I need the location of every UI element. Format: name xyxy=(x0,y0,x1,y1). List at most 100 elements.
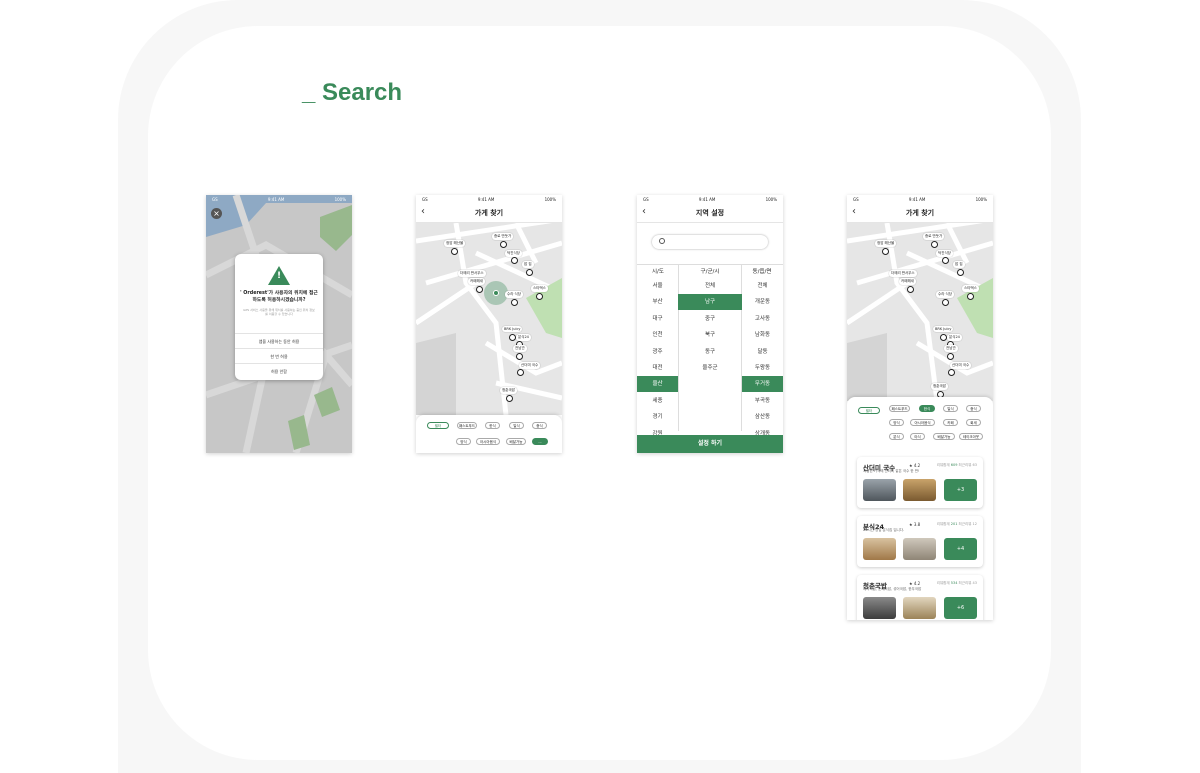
more-categories-button[interactable]: ... xyxy=(532,438,548,445)
sido-option[interactable]: 대전 xyxy=(637,360,678,376)
place-label: 더에리 판서우스 xyxy=(889,270,917,277)
category-chip[interactable]: 아시아음식 xyxy=(476,438,500,445)
category-chip[interactable]: 일식 xyxy=(943,405,958,412)
store-photo[interactable] xyxy=(903,538,936,560)
category-chip[interactable]: 양식 xyxy=(889,419,904,426)
category-chip[interactable]: 한식 xyxy=(919,405,935,412)
more-photos-button[interactable]: +3 xyxy=(944,479,977,501)
map-pin-icon[interactable] xyxy=(942,299,949,306)
store-card[interactable]: 산더미 국수 ★ 4.2 리뷰합계 609 최근리뷰 63 저렴한 가격에 산더… xyxy=(857,457,983,508)
category-chip[interactable]: 패스트푸드 xyxy=(889,405,910,412)
category-chip[interactable]: 배달가능 xyxy=(506,438,526,445)
sido-option[interactable]: 인천 xyxy=(637,327,678,343)
allow-once-button[interactable]: 한 번 허용 xyxy=(235,348,323,363)
store-photo[interactable] xyxy=(863,479,896,501)
gugun-option[interactable]: 울주군 xyxy=(678,360,742,376)
clock-label: 9:41 AM xyxy=(267,197,285,202)
deny-button[interactable]: 허용 안함 xyxy=(235,363,323,378)
gugun-option[interactable]: 중구 xyxy=(678,311,742,327)
sido-option[interactable]: 경기 xyxy=(637,409,678,425)
store-photo[interactable] xyxy=(903,479,936,501)
more-photos-button[interactable]: +6 xyxy=(944,597,977,619)
column-header-sido: 시/도 xyxy=(652,269,664,275)
map-pin-icon[interactable] xyxy=(967,293,974,300)
category-chip[interactable]: 배달가능 xyxy=(933,433,955,440)
sido-option[interactable]: 대구 xyxy=(637,311,678,327)
place-label: 덕진식당 xyxy=(936,250,953,257)
category-sheet: 필터 패스트푸드 한식 일식 중식 양식 아시아음식 배달가능 ... xyxy=(416,415,562,453)
map-pin-icon[interactable] xyxy=(957,269,964,276)
map-pin-icon[interactable] xyxy=(947,353,954,360)
category-chip[interactable]: 아시아음식 xyxy=(910,419,935,426)
map-pin-icon[interactable] xyxy=(948,369,955,376)
page-title: 가게 찾기 xyxy=(474,209,504,217)
map-pin-icon[interactable] xyxy=(476,286,483,293)
category-chip[interactable]: 테이크아웃 xyxy=(959,433,983,440)
filter-button[interactable]: 필터 xyxy=(858,407,880,414)
category-chip[interactable]: 카페 xyxy=(943,419,958,426)
dong-option[interactable]: 부곡동 xyxy=(742,393,783,409)
store-card[interactable]: 청춘국밥 ★ 4.2 리뷰합계 534 최근리뷰 43 돼지국밥, 순대국밥, … xyxy=(857,575,983,620)
category-chip[interactable]: 분식 xyxy=(889,433,904,440)
sido-option[interactable]: 부산 xyxy=(637,294,678,310)
sido-option[interactable]: 광주 xyxy=(637,344,678,360)
dong-option[interactable]: 개운동 xyxy=(742,294,783,310)
map-pin-icon[interactable] xyxy=(931,241,938,248)
category-chip[interactable]: 패스트푸드 xyxy=(457,422,477,429)
map-pin-icon[interactable] xyxy=(536,293,543,300)
gugun-option[interactable]: 동구 xyxy=(678,344,742,360)
more-photos-button[interactable]: +4 xyxy=(944,538,977,560)
category-chip[interactable]: 회세 xyxy=(966,419,981,426)
place-label: 분식24 xyxy=(516,334,531,341)
confirm-region-button[interactable]: 설정 하기 xyxy=(637,435,783,453)
gugun-option[interactable]: 남구 xyxy=(678,294,742,311)
map-pin-icon[interactable] xyxy=(451,248,458,255)
map-pin-icon[interactable] xyxy=(511,299,518,306)
map-pin-icon[interactable] xyxy=(509,334,516,341)
dong-option[interactable]: 남화동 xyxy=(742,327,783,343)
sido-option[interactable]: 서울 xyxy=(637,278,678,294)
filter-button[interactable]: 필터 xyxy=(427,422,449,429)
category-chip[interactable]: 중식 xyxy=(966,405,981,412)
dong-option[interactable]: 전체 xyxy=(742,278,783,294)
store-review-stats: 리뷰합계 201 최근리뷰 12 xyxy=(936,522,977,526)
map-pin-icon[interactable] xyxy=(942,257,949,264)
dong-option[interactable]: 두왕동 xyxy=(742,360,783,376)
store-photo[interactable] xyxy=(863,597,896,619)
category-chip[interactable]: 양식 xyxy=(456,438,471,445)
store-photo[interactable] xyxy=(863,538,896,560)
gugun-option[interactable]: 전체 xyxy=(678,278,742,294)
map-pin-icon[interactable] xyxy=(517,369,524,376)
map-pin-icon[interactable] xyxy=(882,248,889,255)
gugun-option[interactable]: 북구 xyxy=(678,327,742,343)
sido-option[interactable]: 울산 xyxy=(637,376,678,393)
store-photo[interactable] xyxy=(903,597,936,619)
map-pin-icon[interactable] xyxy=(907,286,914,293)
map-pin-icon[interactable] xyxy=(511,257,518,264)
store-rating: ★ 4.2 xyxy=(909,581,921,586)
store-map[interactable]: 정암 해산물 종로 만둣가 덕진식당 밥 집 더에리 판서우스 카페해새 스타벅… xyxy=(847,223,993,401)
place-label: 카페해새 xyxy=(468,278,485,285)
dong-option[interactable]: 달동 xyxy=(742,344,783,360)
store-rating: ★ 3.8 xyxy=(909,522,921,527)
permission-dialog: ! ' Orderest'가 사용자의 위치에 접근하도록 허용하시겠습니까? … xyxy=(235,254,323,380)
dong-option[interactable]: 삼산동 xyxy=(742,409,783,425)
dong-option[interactable]: 무거동 xyxy=(742,376,783,393)
sido-option[interactable]: 세종 xyxy=(637,393,678,409)
map-pin-icon[interactable] xyxy=(500,241,507,248)
map-pin-icon[interactable] xyxy=(506,395,513,402)
dong-option[interactable]: 고사동 xyxy=(742,311,783,327)
close-icon[interactable]: × xyxy=(211,208,222,219)
store-card[interactable]: 분식24 ★ 3.8 리뷰합계 201 최근리뷰 12 24시간 영업 분식집 … xyxy=(857,516,983,567)
category-chip[interactable]: 중식 xyxy=(532,422,547,429)
map-pin-icon[interactable] xyxy=(940,334,947,341)
map-pin-icon[interactable] xyxy=(526,269,533,276)
map-pin-icon[interactable] xyxy=(516,353,523,360)
category-chip[interactable]: 한식 xyxy=(485,422,500,429)
allow-while-using-button[interactable]: 앱을 사용하는 동안 허용 xyxy=(235,333,323,348)
store-review-stats: 리뷰합계 609 최근리뷰 63 xyxy=(936,463,977,467)
category-chip[interactable]: 야식 xyxy=(910,433,925,440)
store-map[interactable]: 정암 해산물 종로 만둣가 덕진식당 밥 집 더에리 판서우스 카페해새 스타벅… xyxy=(416,223,562,415)
region-search-input[interactable] xyxy=(652,235,768,249)
category-chip[interactable]: 일식 xyxy=(509,422,524,429)
